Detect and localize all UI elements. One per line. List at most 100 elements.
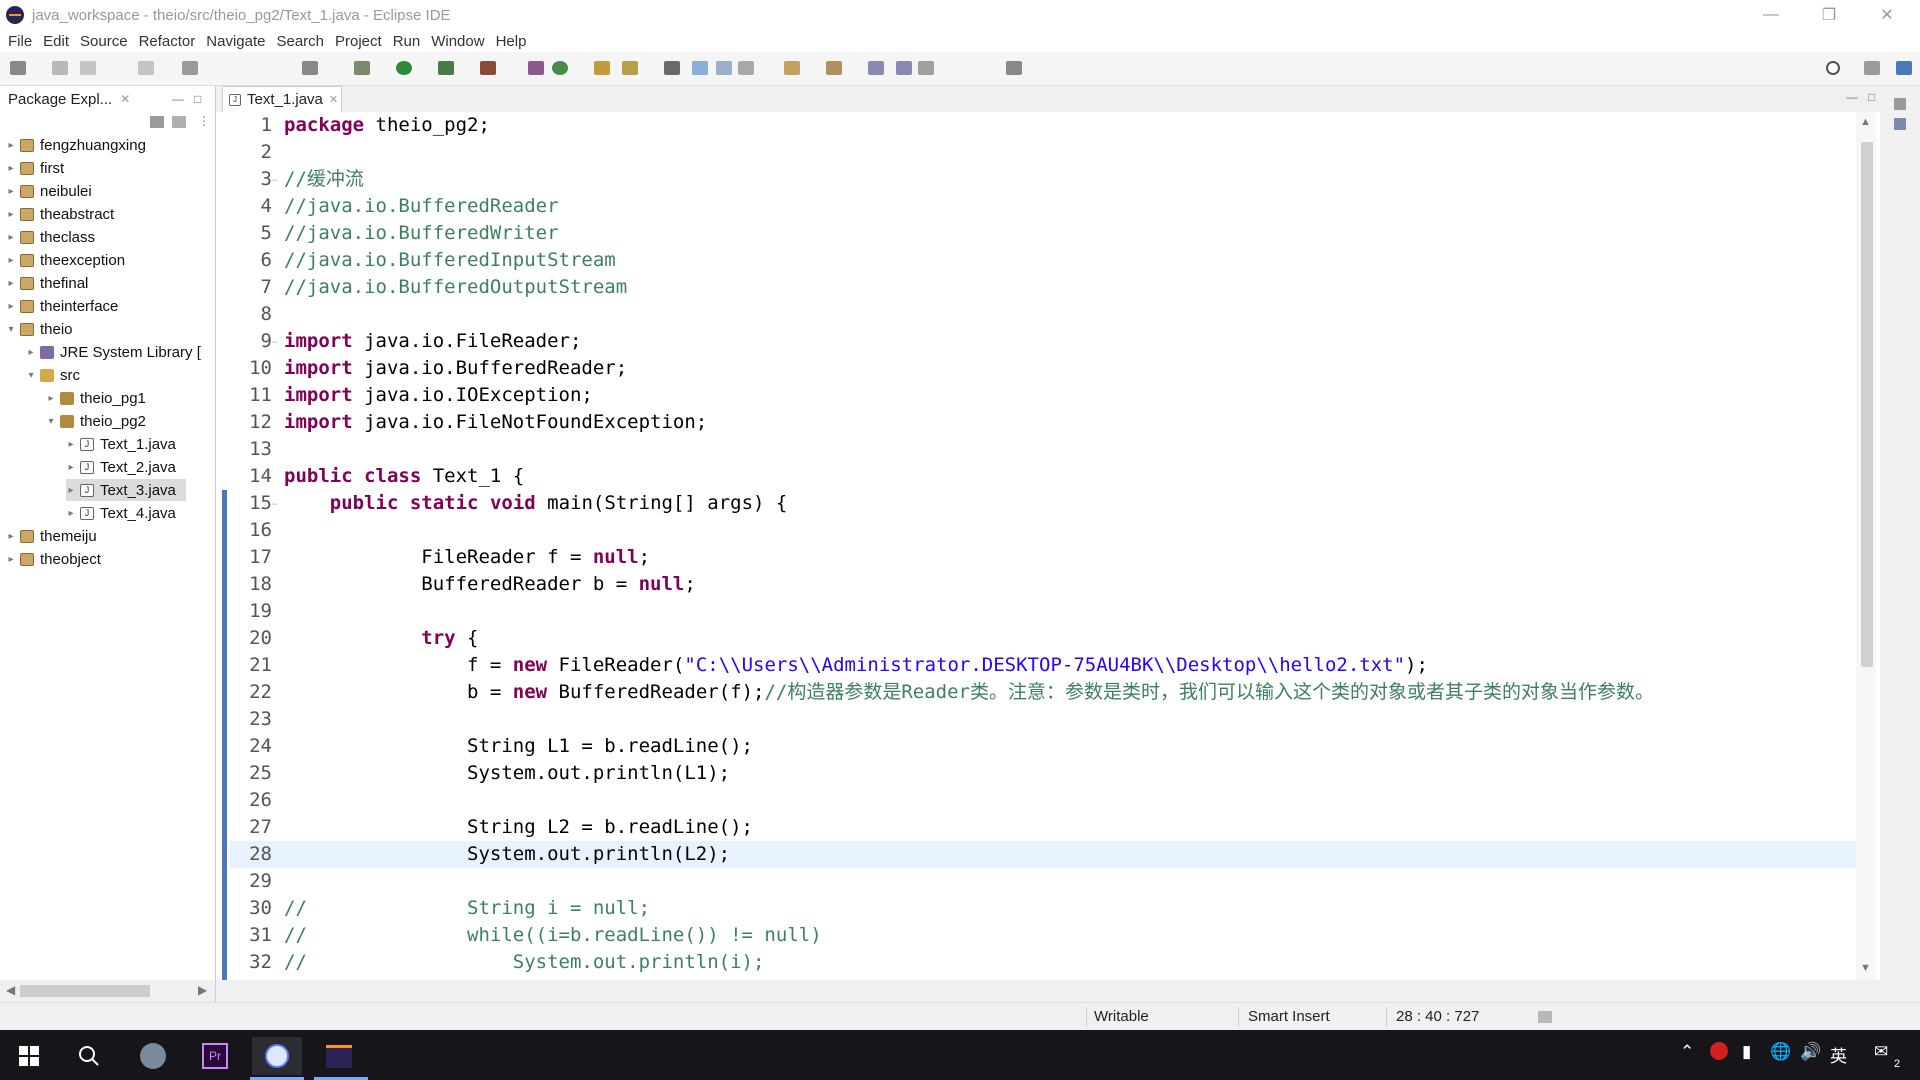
new-package-icon[interactable] xyxy=(552,61,568,75)
tray-app-icon[interactable] xyxy=(1710,1042,1728,1060)
tree-item-theexception[interactable]: ▸ theexception xyxy=(6,249,125,271)
word-wrap-icon[interactable] xyxy=(716,61,732,75)
menu-project[interactable]: Project xyxy=(333,33,391,50)
expand-arrow-icon[interactable]: ▸ xyxy=(66,508,76,519)
tree-item-jre-system-library[interactable]: ▸ JRE System Library [ xyxy=(26,341,200,363)
scroll-left-icon[interactable]: ◀ xyxy=(6,983,15,997)
expand-arrow-icon[interactable]: ▸ xyxy=(6,232,16,243)
scroll-down-icon[interactable]: ▼ xyxy=(1860,962,1871,974)
menu-edit[interactable]: Edit xyxy=(41,33,78,50)
expand-arrow-icon[interactable]: ▸ xyxy=(26,347,36,358)
code-line[interactable]: 9− import java.io.FileReader; xyxy=(230,328,1870,355)
fold-toggle-icon[interactable]: − xyxy=(272,499,277,509)
external-tools-icon[interactable] xyxy=(480,61,496,75)
menu-run[interactable]: Run xyxy=(391,33,430,50)
code-line[interactable]: 20 try { xyxy=(230,625,1870,652)
editor-vertical-scrollbar[interactable]: ▲ ▼ xyxy=(1856,112,1876,980)
new-icon[interactable] xyxy=(10,61,26,75)
tree-item-theio-pg1[interactable]: ▸ theio_pg1 xyxy=(46,387,145,409)
scroll-right-icon[interactable]: ▶ xyxy=(198,983,207,997)
collapse-arrow-icon[interactable]: ▾ xyxy=(6,324,16,335)
minimize-view-icon[interactable]: — xyxy=(172,92,184,106)
code-line[interactable]: 23 xyxy=(230,706,1870,733)
link-with-editor-icon[interactable] xyxy=(172,116,186,128)
save-icon[interactable] xyxy=(52,61,68,75)
code-line[interactable]: 22 b = new BufferedReader(f);//构造器参数是Rea… xyxy=(230,679,1870,706)
block-selection-icon[interactable] xyxy=(738,61,754,75)
outline-view-icon[interactable] xyxy=(1894,118,1906,130)
code-line[interactable]: 13 xyxy=(230,436,1870,463)
coverage-icon[interactable] xyxy=(438,61,454,75)
tree-item-theio-pg2[interactable]: ▾ theio_pg2 xyxy=(46,410,145,432)
resume-icon[interactable] xyxy=(138,61,154,75)
menu-help[interactable]: Help xyxy=(494,33,536,50)
app-launcher-icon[interactable] xyxy=(128,1037,178,1075)
network-icon[interactable]: 🌐 xyxy=(1770,1042,1791,1062)
menu-navigate[interactable]: Navigate xyxy=(204,33,274,50)
code-line[interactable]: 25 System.out.println(L1); xyxy=(230,760,1870,787)
code-line[interactable]: 19 xyxy=(230,598,1870,625)
recording-app-icon[interactable] xyxy=(252,1037,302,1075)
code-area[interactable]: 1 package theio_pg2; 2 3−//缓冲流 4//java.io.Bu… xyxy=(230,112,1870,980)
code-line[interactable]: 24 String L1 = b.readLine(); xyxy=(230,733,1870,760)
collapse-arrow-icon[interactable]: ▾ xyxy=(46,416,56,427)
code-line[interactable]: 5 //java.io.BufferedWriter xyxy=(230,220,1870,247)
code-line[interactable]: 1 package theio_pg2; xyxy=(230,112,1870,139)
premiere-pro-icon[interactable]: Pr xyxy=(190,1037,240,1075)
menu-source[interactable]: Source xyxy=(78,33,137,50)
code-line[interactable]: 30 // String i = null; xyxy=(230,895,1870,922)
menu-refactor[interactable]: Refactor xyxy=(137,33,205,50)
code-line[interactable]: 29 xyxy=(230,868,1870,895)
menu-file[interactable]: File xyxy=(6,33,41,50)
tree-item-text-4-java[interactable]: ▸ J Text_4.java xyxy=(66,502,175,524)
back-icon[interactable] xyxy=(896,61,912,75)
expand-arrow-icon[interactable]: ▸ xyxy=(46,393,56,404)
tree-item-theobject[interactable]: ▸ theobject xyxy=(6,548,100,570)
maximize-editor-icon[interactable]: □ xyxy=(1868,90,1875,104)
scrollbar-thumb[interactable] xyxy=(20,985,150,997)
code-line[interactable]: 31 // while((i=b.readLine()) != null) xyxy=(230,922,1870,949)
tree-horizontal-scrollbar[interactable]: ◀ ▶ xyxy=(0,980,216,1002)
code-line[interactable]: 11 import java.io.IOException; xyxy=(230,382,1870,409)
expand-arrow-icon[interactable]: ▸ xyxy=(6,301,16,312)
save-all-icon[interactable] xyxy=(80,61,96,75)
code-line[interactable]: 17 FileReader f = null; xyxy=(230,544,1870,571)
code-line[interactable]: 32 // System.out.println(i); xyxy=(230,949,1870,976)
collapse-arrow-icon[interactable]: ▾ xyxy=(26,370,36,381)
collapse-all-icon[interactable] xyxy=(150,116,164,128)
menu-search[interactable]: Search xyxy=(274,33,333,50)
code-line[interactable]: 28 System.out.println(L2); xyxy=(230,841,1870,868)
expand-arrow-icon[interactable]: ▸ xyxy=(6,186,16,197)
battery-icon[interactable]: ▮ xyxy=(1742,1042,1751,1062)
open-type-icon[interactable] xyxy=(594,61,610,75)
scrollbar-thumb[interactable] xyxy=(1861,142,1873,667)
maximize-icon[interactable]: ❐ xyxy=(1806,0,1852,30)
code-line[interactable]: 7 //java.io.BufferedOutputStream xyxy=(230,274,1870,301)
minimize-editor-icon[interactable]: — xyxy=(1846,90,1858,104)
tree-item-text-2-java[interactable]: ▸ J Text_2.java xyxy=(66,456,175,478)
restore-view-icon[interactable] xyxy=(1894,98,1906,110)
run-icon[interactable] xyxy=(396,61,412,75)
terminate-icon[interactable] xyxy=(182,61,198,75)
pin-editor-icon[interactable] xyxy=(1006,61,1022,75)
tree-item-theclass[interactable]: ▸ theclass xyxy=(6,226,95,248)
expand-arrow-icon[interactable]: ▸ xyxy=(66,462,76,473)
code-line[interactable]: 8 xyxy=(230,301,1870,328)
tree-item-theio[interactable]: ▾ theio xyxy=(6,318,72,340)
input-method-indicator[interactable]: 英 xyxy=(1830,1042,1847,1067)
heap-status-icon[interactable] xyxy=(1538,1011,1552,1023)
package-explorer-tab[interactable]: Package Expl... ✕ — □ xyxy=(0,86,216,112)
tree-item-fengzhuangxing[interactable]: ▸ fengzhuangxing xyxy=(6,134,145,156)
expand-arrow-icon[interactable]: ▸ xyxy=(6,531,16,542)
code-line[interactable]: 16 xyxy=(230,517,1870,544)
taskbar-search-icon[interactable] xyxy=(64,1037,114,1075)
tree-item-neibulei[interactable]: ▸ neibulei xyxy=(6,180,91,202)
code-line[interactable]: 15− public static void main(String[] arg… xyxy=(230,490,1870,517)
minimize-icon[interactable]: — xyxy=(1748,0,1794,30)
prev-annotation-icon[interactable] xyxy=(826,61,842,75)
maximize-view-icon[interactable]: □ xyxy=(194,92,201,106)
volume-icon[interactable]: 🔊 xyxy=(1800,1042,1821,1062)
code-line[interactable]: 10 import java.io.BufferedReader; xyxy=(230,355,1870,382)
tray-overflow-icon[interactable]: ⌃ xyxy=(1680,1042,1694,1062)
code-line[interactable]: 3−//缓冲流 xyxy=(230,166,1870,193)
